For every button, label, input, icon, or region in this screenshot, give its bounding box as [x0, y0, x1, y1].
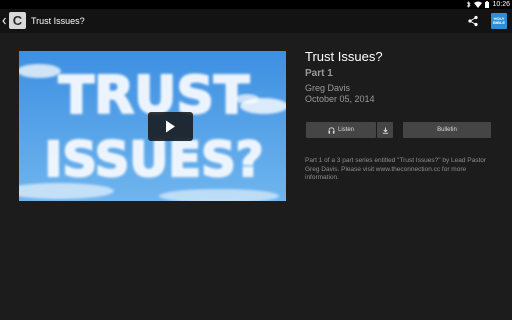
listen-button[interactable]: Listen: [306, 122, 376, 138]
status-icons: 10:26: [466, 0, 510, 9]
bluetooth-icon: [466, 1, 471, 8]
headphones-icon: [328, 126, 335, 134]
bulletin-label: Bulletin: [437, 127, 457, 133]
bible-app-icon[interactable]: HOLY BIBLE: [491, 13, 507, 29]
sermon-description: Part 1 of a 3 part series entitled "Trus…: [305, 157, 487, 182]
wifi-icon: [474, 1, 483, 8]
page-title: Trust Issues?: [31, 16, 85, 26]
sermon-date: October 05, 2014: [305, 94, 375, 104]
battery-icon: [485, 1, 490, 8]
sermon-part: Part 1: [305, 68, 333, 79]
video-thumbnail[interactable]: TRUST ISSUES?: [19, 51, 286, 201]
action-bar: C Trust Issues? HOLY BIBLE: [0, 9, 512, 33]
back-chevron-icon[interactable]: [1, 15, 7, 27]
sermon-speaker: Greg Davis: [305, 83, 351, 93]
app-logo-icon[interactable]: C: [9, 12, 26, 29]
share-icon[interactable]: [467, 15, 479, 27]
play-button[interactable]: [148, 112, 193, 141]
play-icon: [166, 120, 175, 133]
download-icon: [382, 127, 388, 134]
sermon-title: Trust Issues?: [305, 49, 383, 64]
listen-label: Listen: [337, 127, 354, 133]
status-bar: 10:26: [0, 0, 512, 9]
download-button[interactable]: [377, 122, 393, 138]
status-time: 10:26: [492, 1, 510, 8]
bulletin-button[interactable]: Bulletin: [403, 122, 491, 138]
